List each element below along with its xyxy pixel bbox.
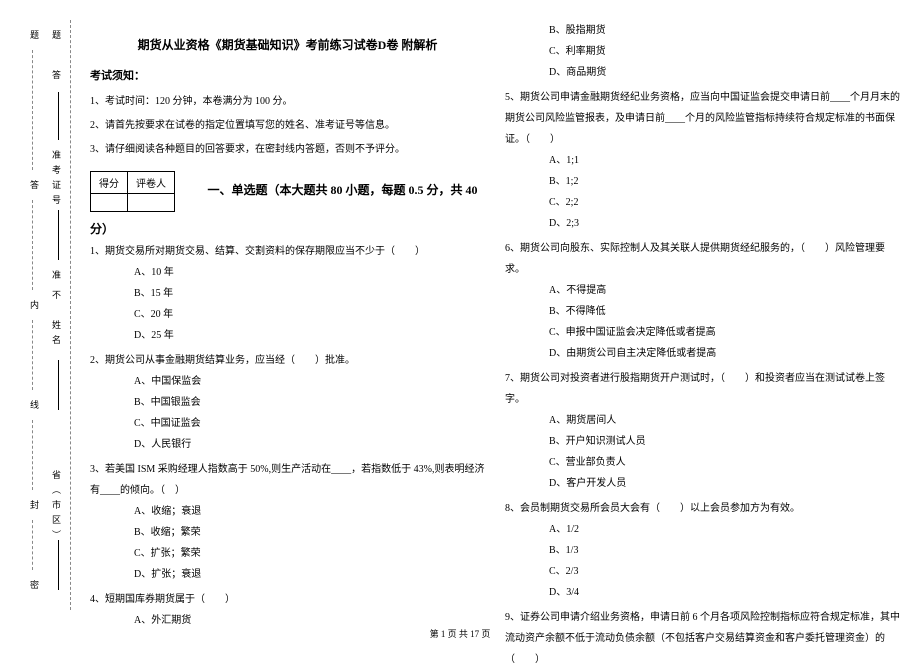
option: A、期货居间人	[505, 410, 900, 431]
seal-dash	[32, 320, 33, 390]
binding-dash-line	[70, 20, 71, 610]
option: D、人民银行	[90, 434, 485, 455]
score-blank[interactable]	[91, 194, 128, 212]
question: 4、短期国库券期货属于（ ）	[90, 589, 485, 610]
seal-char: 封	[28, 500, 41, 509]
question: 3、若美国 ISM 采购经理人指数高于 50%,则生产活动在____，若指数低于…	[90, 459, 485, 501]
option: B、开户知识测试人员	[505, 431, 900, 452]
grader-cell: 评卷人	[128, 172, 175, 194]
field-line	[58, 92, 59, 140]
score-row: 得分 评卷人 一、单选题（本大题共 80 小题，每题 0.5 分，共 40 分）	[90, 163, 485, 237]
question: 5、期货公司申请金融期货经纪业务资格，应当向中国证监会提交申请日前____个月月…	[505, 87, 900, 150]
option: A、收缩；衰退	[90, 501, 485, 522]
question: 1、期货交易所对期货交易、结算、交割资料的保存期限应当不少于（ ）	[90, 241, 485, 262]
option: B、15 年	[90, 283, 485, 304]
seal-char: 内	[28, 300, 41, 309]
option: D、3/4	[505, 582, 900, 603]
option: D、扩张；衰退	[90, 564, 485, 585]
notice-item: 3、请仔细阅读各种题目的回答要求，在密封线内答题，否则不予评分。	[90, 139, 485, 161]
option: A、不得提高	[505, 280, 900, 301]
question: 6、期货公司向股东、实际控制人及其关联人提供期货经纪服务的，（ ）风险管理要求。	[505, 238, 900, 280]
seal-char: 线	[28, 400, 41, 409]
option: D、商品期货	[505, 62, 900, 83]
notice-item: 1、考试时间：120 分钟，本卷满分为 100 分。	[90, 91, 485, 113]
field-line	[58, 210, 59, 260]
option: A、1/2	[505, 519, 900, 540]
sidebar-char: 答	[50, 70, 63, 85]
option: A、中国保监会	[90, 371, 485, 392]
option: A、1;1	[505, 150, 900, 171]
option: B、不得降低	[505, 301, 900, 322]
page-footer: 第 1 页 共 17 页	[0, 627, 920, 640]
option: A、10 年	[90, 262, 485, 283]
right-column: B、股指期货 C、利率期货 D、商品期货 5、期货公司申请金融期货经纪业务资格，…	[505, 20, 900, 670]
notice-item: 2、请首先按要求在试卷的指定位置填写您的姓名、准考证号等信息。	[90, 115, 485, 137]
field-line	[58, 540, 59, 590]
grader-blank[interactable]	[128, 194, 175, 212]
option: B、中国银监会	[90, 392, 485, 413]
seal-dash	[32, 520, 33, 570]
option: C、2;2	[505, 192, 900, 213]
option: B、1;2	[505, 171, 900, 192]
name-label: 姓名	[50, 320, 63, 350]
option: C、2/3	[505, 561, 900, 582]
province-label: 省（市区）	[50, 470, 63, 545]
sidebar-char: 不	[50, 290, 63, 305]
left-column: 期货从业资格《期货基础知识》考前练习试卷D卷 附解析 考试须知： 1、考试时间：…	[90, 20, 485, 670]
exam-id-label: 准考证号	[50, 150, 63, 210]
seal-char: 答	[28, 180, 41, 189]
notice-heading: 考试须知：	[90, 67, 485, 83]
score-table: 得分 评卷人	[90, 171, 175, 212]
option: B、1/3	[505, 540, 900, 561]
seal-dash	[32, 200, 33, 290]
option: C、20 年	[90, 304, 485, 325]
sidebar-char: 准	[50, 270, 63, 285]
question: 2、期货公司从事金融期货结算业务，应当经（ ）批准。	[90, 350, 485, 371]
option: C、利率期货	[505, 41, 900, 62]
option: D、由期货公司自主决定降低或者提高	[505, 343, 900, 364]
question: 7、期货公司对投资者进行股指期货开户测试时，（ ）和投资者应当在测试试卷上签字。	[505, 368, 900, 410]
option: C、营业部负责人	[505, 452, 900, 473]
option: C、中国证监会	[90, 413, 485, 434]
option: D、客户开发人员	[505, 473, 900, 494]
seal-char: 题	[28, 30, 41, 39]
option: C、申报中国证监会决定降低或者提高	[505, 322, 900, 343]
binding-sidebar: 题 答 内 线 封 密 题 答 准考证号 准 不 姓名 省（市区）	[0, 0, 80, 620]
seal-char: 密	[28, 580, 41, 589]
score-cell: 得分	[91, 172, 128, 194]
option: C、扩张；繁荣	[90, 543, 485, 564]
field-line	[58, 360, 59, 410]
exam-title: 期货从业资格《期货基础知识》考前练习试卷D卷 附解析	[90, 36, 485, 53]
option: D、25 年	[90, 325, 485, 346]
seal-dash	[32, 420, 33, 490]
question: 8、会员制期货交易所会员大会有（ ）以上会员参加方为有效。	[505, 498, 900, 519]
option: B、收缩；繁荣	[90, 522, 485, 543]
page-content: 期货从业资格《期货基础知识》考前练习试卷D卷 附解析 考试须知： 1、考试时间：…	[90, 20, 900, 670]
seal-dash	[32, 50, 33, 170]
option: B、股指期货	[505, 20, 900, 41]
sidebar-char: 题	[50, 30, 63, 45]
option: D、2;3	[505, 213, 900, 234]
